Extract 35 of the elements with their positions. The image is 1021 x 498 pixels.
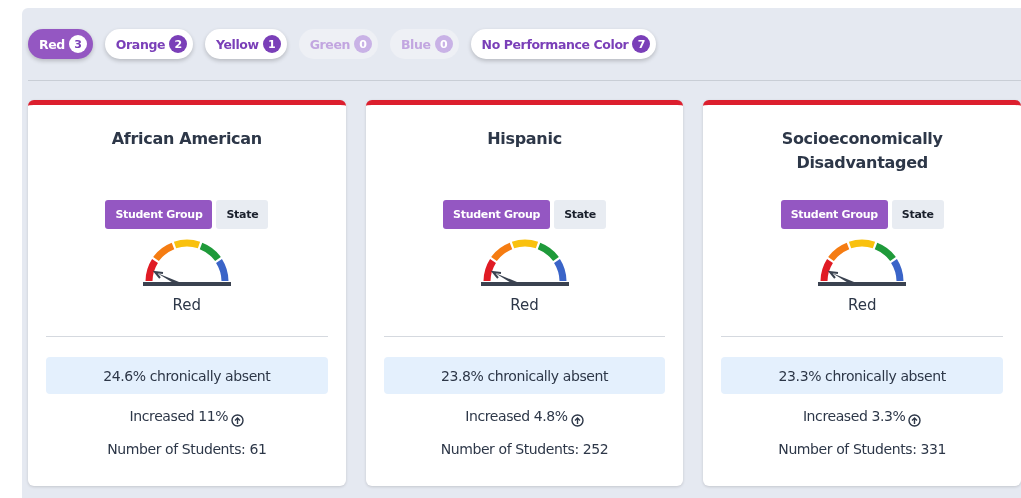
count-badge: 2 [169,35,187,53]
toggle-tab[interactable]: Student Group [780,200,888,229]
filter-chip[interactable]: No Performance Color 7 [470,29,657,59]
count-badge: 3 [68,35,87,53]
change-text: Increased 3.3% [802,407,906,424]
group-title: Hispanic [487,128,562,150]
toggle-tab[interactable]: State [891,200,944,229]
up-arrow-icon [908,414,922,427]
performance-level: Red [847,296,877,314]
absence-rate: 23.8% chronically absent [383,357,666,394]
absence-rate: 23.3% chronically absent [721,357,1003,394]
count-badge: 0 [354,35,372,53]
absence-rate: 24.6% chronically absent [46,357,328,394]
count-badge: 1 [262,35,281,53]
toggle-tab[interactable]: State [554,200,606,229]
performance-level: Red [172,296,202,314]
count-badge: 0 [434,35,453,53]
performance-level: Red [510,296,539,314]
toggle-tab[interactable]: Student Group [443,200,551,229]
filter-chip[interactable]: Orange 2 [104,29,193,59]
change-text: Increased 11% [129,407,229,424]
student-count: Number of Students: 61 [107,441,267,457]
group-title: African American [111,128,262,150]
filter-chip[interactable]: Yellow 1 [205,29,287,59]
gauge-icon [478,239,571,287]
student-count: Number of Students: 252 [440,441,609,457]
count-badge: 7 [632,35,651,53]
group-title: Socioeconomically Disadvantaged [780,128,944,174]
toggle-tab[interactable]: Student Group [105,200,213,229]
gauge-icon [816,239,909,287]
gauge-icon [140,239,233,287]
toggle-tab[interactable]: State [216,200,269,229]
filter-chip[interactable]: Red 3 [28,29,93,59]
change-text: Increased 4.8% [465,407,568,424]
student-count: Number of Students: 331 [778,441,947,457]
